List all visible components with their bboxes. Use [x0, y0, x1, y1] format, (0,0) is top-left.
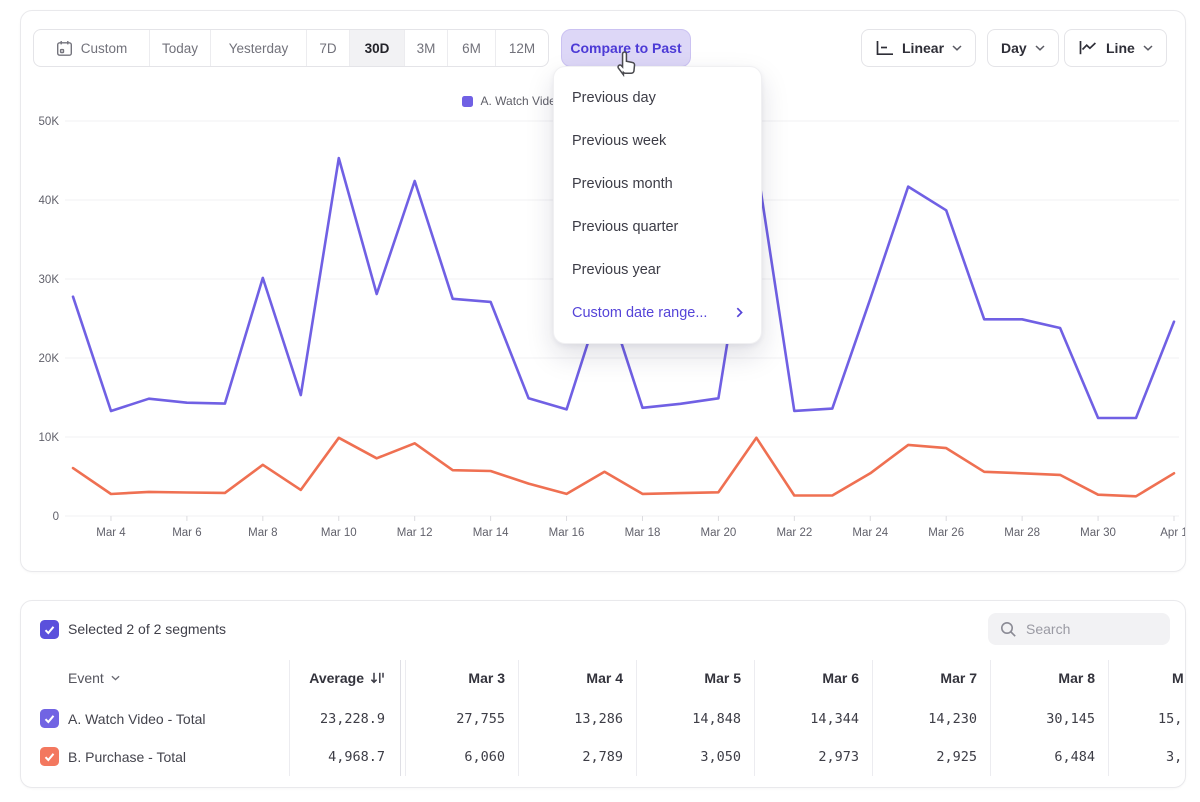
- date-column-header[interactable]: Mar 5: [631, 668, 741, 688]
- menu-item-previous-quarter[interactable]: Previous quarter: [554, 205, 761, 248]
- event-name-cell[interactable]: A. Watch Video - Total: [68, 709, 205, 729]
- svg-text:10K: 10K: [39, 432, 60, 444]
- date-column-header[interactable]: Mar 4: [513, 668, 623, 688]
- selected-segments-label: Selected 2 of 2 segments: [68, 620, 226, 639]
- sort-descending-icon: [370, 671, 385, 685]
- value-cell: 3,050: [631, 747, 741, 767]
- value-cell: 30,145: [985, 709, 1095, 729]
- svg-text:Mar 4: Mar 4: [96, 527, 126, 539]
- value-cell: 14,230: [867, 709, 977, 729]
- date-column-header[interactable]: Mar 8: [985, 668, 1095, 688]
- value-cell: 14,848: [631, 709, 741, 729]
- date-column-header[interactable]: Mar 3: [395, 668, 505, 688]
- svg-text:Mar 10: Mar 10: [321, 527, 357, 539]
- row-checkbox-purchase[interactable]: [40, 747, 59, 766]
- svg-text:Mar 12: Mar 12: [397, 527, 433, 539]
- menu-item-previous-year[interactable]: Previous year: [554, 248, 761, 291]
- date-column-header-clipped[interactable]: M: [1172, 668, 1184, 688]
- svg-text:Mar 28: Mar 28: [1004, 527, 1040, 539]
- svg-text:0: 0: [53, 511, 59, 523]
- svg-text:Mar 14: Mar 14: [473, 527, 509, 539]
- svg-text:30K: 30K: [39, 274, 60, 286]
- svg-text:Mar 6: Mar 6: [172, 527, 201, 539]
- svg-text:Apr 1: Apr 1: [1160, 527, 1185, 539]
- svg-text:Mar 18: Mar 18: [625, 527, 661, 539]
- svg-text:Mar 22: Mar 22: [776, 527, 812, 539]
- svg-text:Mar 26: Mar 26: [928, 527, 964, 539]
- svg-text:40K: 40K: [39, 195, 60, 207]
- search-input[interactable]: [1026, 621, 1156, 637]
- value-cell: 6,060: [395, 747, 505, 767]
- average-cell: 23,228.9: [275, 709, 385, 729]
- event-column-header[interactable]: Event: [68, 668, 120, 688]
- menu-item-previous-day[interactable]: Previous day: [554, 76, 761, 119]
- chevron-right-icon: [736, 307, 743, 318]
- svg-text:Mar 24: Mar 24: [852, 527, 888, 539]
- value-cell: 2,925: [867, 747, 977, 767]
- svg-text:20K: 20K: [39, 353, 60, 365]
- select-all-checkbox[interactable]: [40, 620, 59, 639]
- search-icon: [1000, 621, 1017, 638]
- average-cell: 4,968.7: [275, 747, 385, 767]
- average-column-header[interactable]: Average: [225, 668, 385, 688]
- svg-text:Mar 30: Mar 30: [1080, 527, 1116, 539]
- value-cell: 14,344: [749, 709, 859, 729]
- chevron-down-icon: [111, 675, 120, 681]
- menu-item-custom-date-range[interactable]: Custom date range...: [554, 291, 761, 334]
- menu-item-previous-week[interactable]: Previous week: [554, 119, 761, 162]
- value-cell: 6,484: [985, 747, 1095, 767]
- svg-text:Mar 16: Mar 16: [549, 527, 585, 539]
- checkmark-icon: [44, 752, 55, 762]
- row-checkbox-watch-video[interactable]: [40, 709, 59, 728]
- checkmark-icon: [44, 625, 55, 635]
- search-box: [988, 613, 1170, 645]
- value-cell-clipped: 3,: [1166, 747, 1182, 767]
- value-cell: 2,789: [513, 747, 623, 767]
- value-cell: 27,755: [395, 709, 505, 729]
- svg-text:50K: 50K: [39, 116, 60, 128]
- event-name-cell[interactable]: B. Purchase - Total: [68, 747, 186, 767]
- value-cell: 2,973: [749, 747, 859, 767]
- analytics-report-page: Custom Today Yesterday 7D 30D 3M 6M 12M …: [0, 0, 1200, 802]
- date-column-header[interactable]: Mar 7: [867, 668, 977, 688]
- compare-to-past-menu: Previous day Previous week Previous mont…: [553, 66, 762, 344]
- checkmark-icon: [44, 714, 55, 724]
- menu-item-previous-month[interactable]: Previous month: [554, 162, 761, 205]
- date-column-header[interactable]: Mar 6: [749, 668, 859, 688]
- value-cell-clipped: 15,: [1158, 709, 1182, 729]
- svg-text:Mar 20: Mar 20: [701, 527, 737, 539]
- svg-text:Mar 8: Mar 8: [248, 527, 277, 539]
- value-cell: 13,286: [513, 709, 623, 729]
